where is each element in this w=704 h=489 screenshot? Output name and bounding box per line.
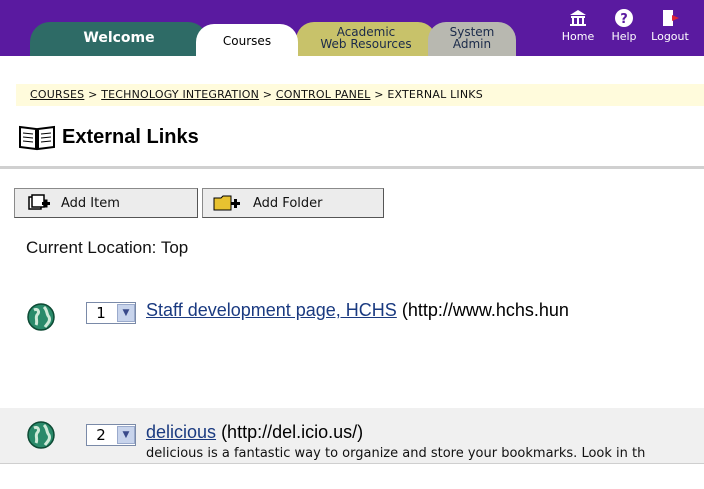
item-title-link[interactable]: Staff development page, HCHS — [146, 300, 397, 320]
svg-text:?: ? — [620, 12, 628, 27]
breadcrumb-separator: > — [88, 88, 98, 101]
home-icon — [570, 10, 586, 26]
page-header: External Links — [18, 120, 199, 154]
add-folder-icon — [213, 195, 240, 211]
list-item: 2 ▼ delicious (http://del.icio.us/) deli… — [0, 408, 704, 464]
top-nav-bar: Welcome Academic Web Resources System Ad… — [0, 0, 704, 56]
breadcrumb-current: EXTERNAL LINKS — [387, 88, 483, 101]
item-url: (http://del.icio.us/) — [221, 422, 364, 442]
chevron-down-icon[interactable]: ▼ — [117, 426, 135, 444]
breadcrumb-course[interactable]: TECHNOLOGY INTEGRATION — [101, 88, 259, 101]
external-link-globe-icon — [27, 303, 55, 331]
add-item-button[interactable]: Add Item — [14, 188, 198, 218]
home-link[interactable]: Home — [558, 8, 598, 43]
logout-icon — [663, 10, 679, 26]
item-heading: delicious (http://del.icio.us/) — [146, 422, 363, 443]
item-heading: Staff development page, HCHS (http://www… — [146, 300, 569, 321]
current-location: Current Location: Top — [26, 238, 189, 257]
help-icon: ? — [615, 9, 633, 27]
order-value: 1 — [96, 304, 106, 322]
home-label: Home — [561, 30, 595, 43]
breadcrumb: COURSES > TECHNOLOGY INTEGRATION > CONTR… — [16, 84, 704, 106]
logout-link[interactable]: Logout — [644, 8, 696, 43]
tab-academic-web-resources[interactable]: Academic Web Resources — [296, 22, 436, 56]
tab-system-label-2: Admin — [452, 37, 492, 51]
add-folder-button[interactable]: Add Folder — [202, 188, 384, 218]
tab-welcome[interactable]: Welcome — [30, 22, 208, 56]
tab-system-admin[interactable]: System Admin — [428, 22, 516, 56]
order-select[interactable]: 1 ▼ — [86, 302, 136, 324]
tab-academic-label-2: Web Resources — [320, 37, 412, 51]
external-link-globe-icon — [27, 421, 55, 449]
logout-label: Logout — [651, 30, 689, 43]
chevron-down-icon[interactable]: ▼ — [117, 304, 135, 322]
item-title-link[interactable]: delicious — [146, 422, 216, 442]
item-description: delicious is a fantastic way to organize… — [146, 446, 646, 461]
breadcrumb-separator: > — [374, 88, 384, 101]
order-select[interactable]: 2 ▼ — [86, 424, 136, 446]
breadcrumb-control-panel[interactable]: CONTROL PANEL — [276, 88, 371, 101]
breadcrumb-courses[interactable]: COURSES — [30, 88, 84, 101]
book-icon — [19, 125, 55, 151]
tab-courses[interactable]: Courses — [196, 24, 298, 56]
add-item-label: Add Item — [61, 195, 120, 211]
help-label: Help — [611, 30, 637, 43]
title-divider — [0, 166, 704, 169]
item-url: (http://www.hchs.hun — [401, 300, 569, 320]
add-folder-label: Add Folder — [253, 195, 323, 211]
help-link[interactable]: ? Help — [608, 8, 640, 43]
list-item: 1 ▼ Staff development page, HCHS (http:/… — [0, 290, 704, 390]
add-item-icon — [28, 194, 50, 210]
order-value: 2 — [96, 426, 106, 444]
page-title: External Links — [62, 125, 199, 148]
breadcrumb-separator: > — [262, 88, 273, 101]
